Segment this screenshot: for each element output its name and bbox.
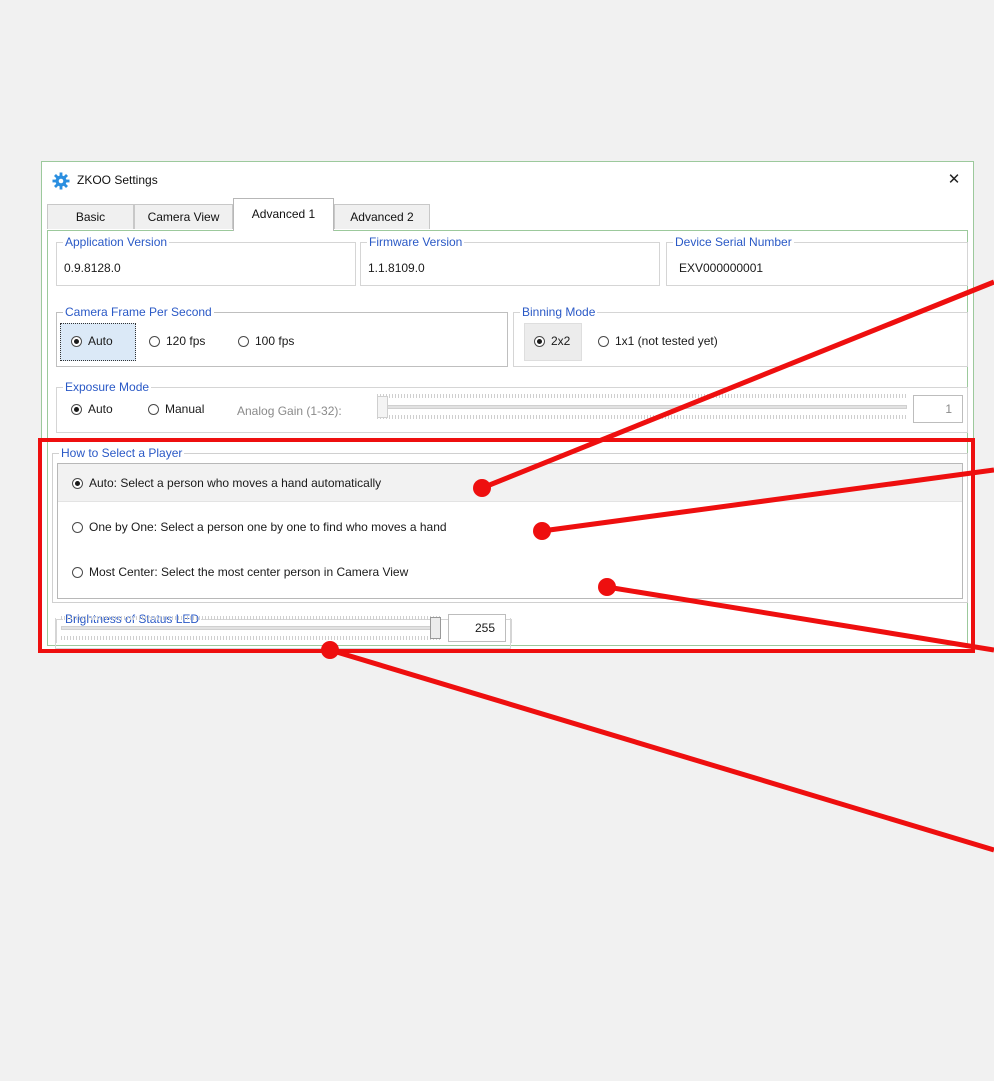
annotation-arrows — [321, 279, 994, 853]
callout-dot-one-by-one — [533, 522, 551, 540]
callout-line-auto — [481, 279, 994, 491]
callout-dot-most-center — [598, 578, 616, 596]
callout-line-one-by-one — [541, 467, 994, 534]
callout-dot-auto — [473, 479, 491, 497]
callout-dot-led — [321, 641, 339, 659]
tab-advanced-1[interactable]: Advanced 1 — [233, 198, 334, 231]
callout-line-most-center — [606, 584, 994, 653]
callout-line-led — [329, 647, 994, 853]
